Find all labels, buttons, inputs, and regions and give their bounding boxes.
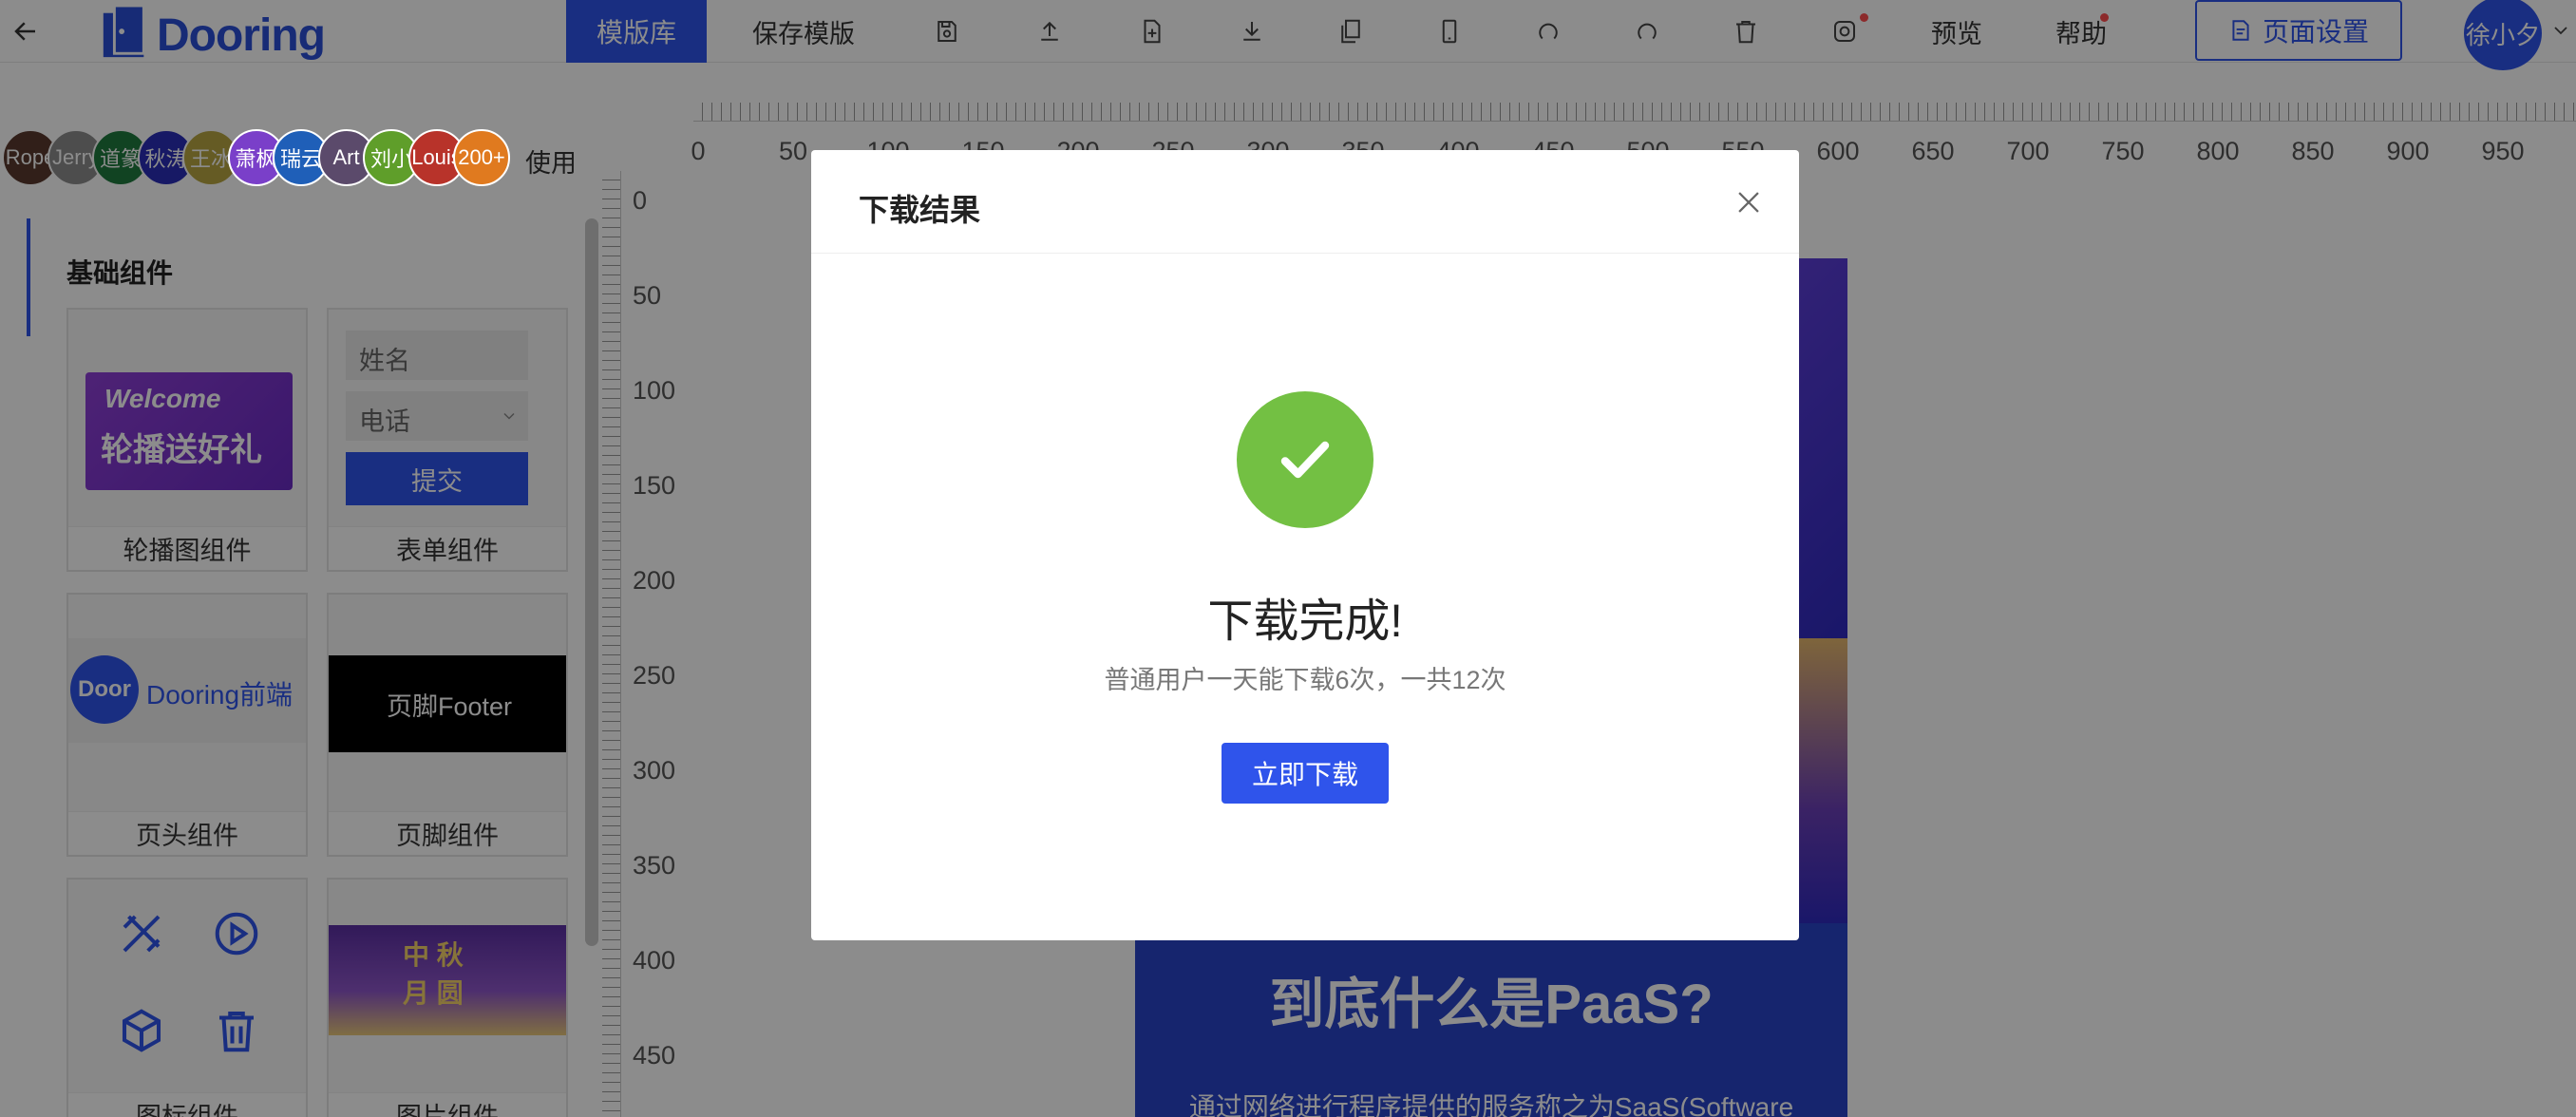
download-result-dialog: 下载结果 下载完成! 普通用户一天能下载6次，一共12次 立即下载 [811, 150, 1799, 940]
download-now-button[interactable]: 立即下载 [1222, 743, 1389, 804]
success-check-icon [1237, 391, 1373, 528]
close-icon[interactable] [1733, 186, 1765, 218]
dialog-subtitle: 普通用户一天能下载6次，一共12次 [1104, 666, 1506, 694]
dialog-heading: 下载完成! [1207, 596, 1403, 647]
dialog-title: 下载结果 [859, 193, 981, 227]
collaborator-avatar[interactable]: 200+ [453, 129, 510, 186]
dialog-divider [811, 253, 1799, 254]
